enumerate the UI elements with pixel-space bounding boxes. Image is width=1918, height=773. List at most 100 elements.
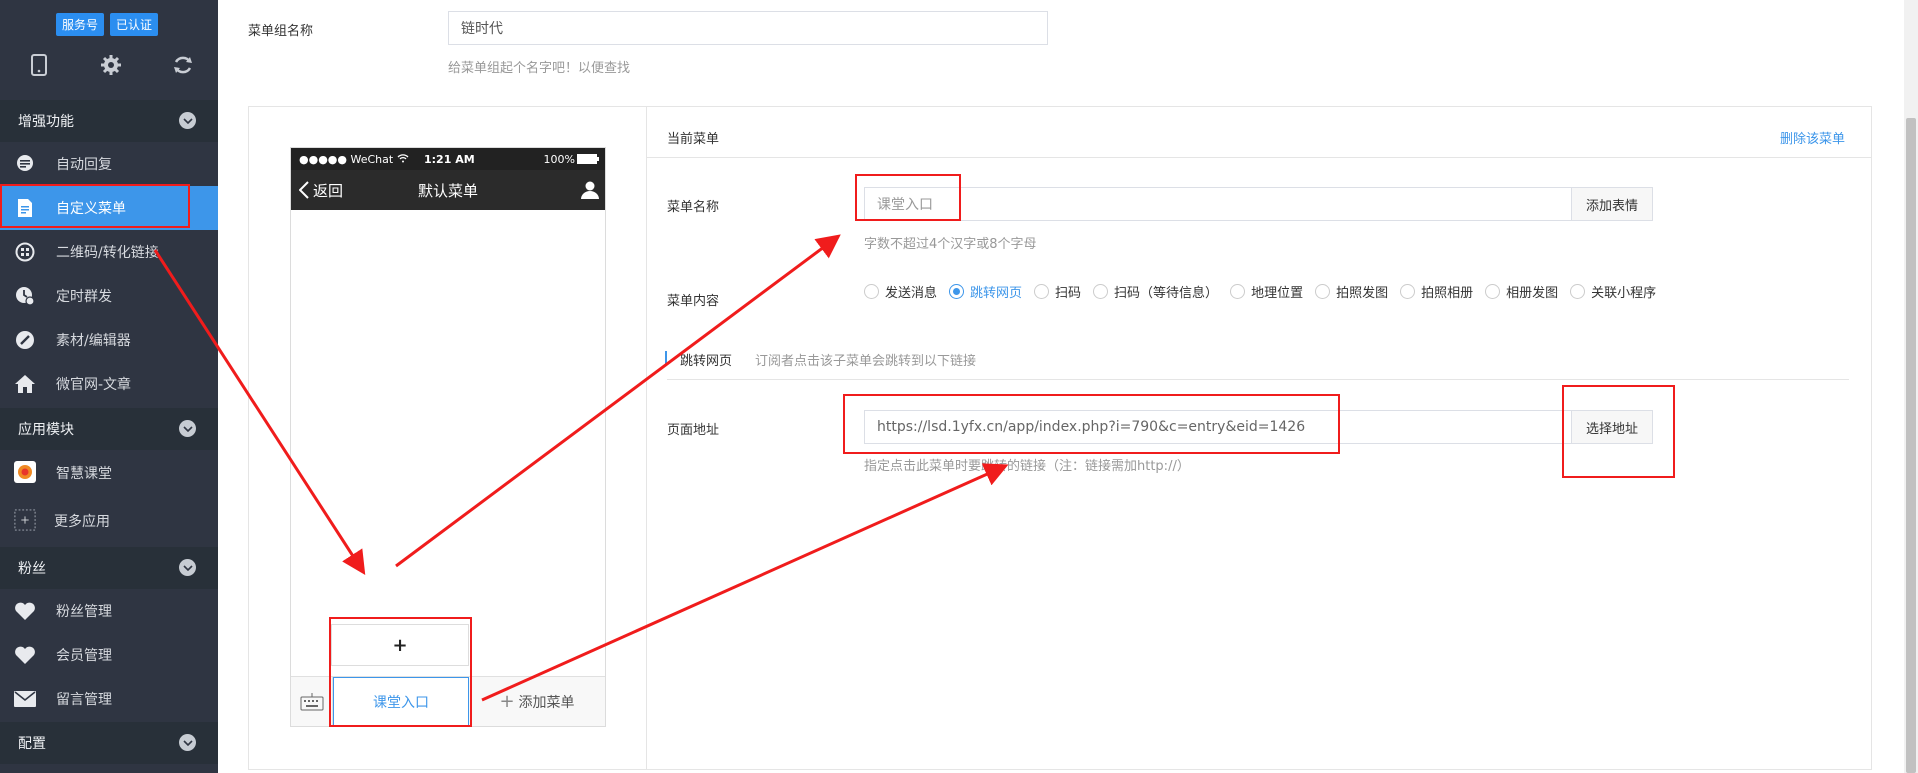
current-menu-title: 当前菜单 — [667, 132, 720, 147]
chevron-down-icon[interactable] — [179, 420, 196, 437]
jump-description: 订阅者点击该子菜单会跳转到以下链接 — [755, 354, 977, 369]
phone-preview: ●●●●● WeChat 1:21 AM 100% 返回 默认菜单 + 课堂入口… — [290, 147, 606, 727]
sidebar-item-scheduled-send[interactable]: 定时群发 — [0, 274, 218, 318]
radio-dot — [1093, 284, 1109, 299]
sidebar-item-auto-reply[interactable]: 自动回复 — [0, 142, 218, 186]
sidebar-item-label: 自定义菜单 — [56, 201, 126, 217]
radio-dot — [1315, 284, 1331, 299]
menu-group-label: 菜单组名称 — [248, 24, 314, 39]
delete-menu-link[interactable]: 删除该菜单 — [1780, 128, 1845, 147]
page-url-input[interactable]: https://lsd.1yfx.cn/app/index.php?i=790&… — [864, 410, 1572, 444]
jump-tab-marker — [665, 351, 667, 365]
phone-nav-bar: 返回 默认菜单 — [291, 170, 605, 210]
option-location[interactable]: 地理位置 — [1230, 282, 1303, 301]
sidebar-item-label: 智慧课堂 — [56, 466, 112, 482]
sidebar-item-material-editor[interactable]: 素材/编辑器 — [0, 318, 218, 362]
home-icon — [14, 373, 36, 395]
chevron-down-icon[interactable] — [179, 734, 196, 751]
option-photo-album[interactable]: 拍照相册 — [1400, 282, 1473, 301]
keyboard-icon[interactable] — [291, 677, 333, 726]
clock-icon — [14, 285, 36, 307]
pencil-icon — [14, 329, 36, 351]
plus-box-icon — [14, 509, 36, 531]
section-fans[interactable]: 粉丝 — [0, 547, 218, 589]
option-send-message[interactable]: 发送消息 — [864, 282, 937, 301]
sidebar-item-label: 自动回复 — [56, 157, 112, 173]
radio-dot — [1570, 284, 1586, 299]
battery-icon — [577, 154, 599, 167]
menu-content-label: 菜单内容 — [667, 294, 720, 309]
option-photo-send[interactable]: 拍照发图 — [1315, 282, 1388, 301]
page-url-hint: 指定点击此菜单时要跳转的链接（注：链接需加http://） — [864, 459, 1190, 474]
section-config[interactable]: 配置 — [0, 722, 218, 764]
radio-dot — [1485, 284, 1501, 299]
sidebar-item-message-management[interactable]: 留言管理 — [0, 677, 218, 721]
sidebar-item-fan-management[interactable]: 粉丝管理 — [0, 589, 218, 633]
phone-time: 1:21 AM — [424, 152, 475, 166]
chat-bubble-icon — [14, 153, 36, 175]
add-submenu-button[interactable]: + — [331, 624, 469, 666]
sidebar-item-micro-site[interactable]: 微官网-文章 — [0, 362, 218, 406]
section-label: 应用模块 — [18, 422, 74, 438]
menu-content-options: 发送消息 跳转网页 扫码 扫码（等待信息） 地理位置 拍照发图 拍照相册 相册发… — [864, 282, 1668, 301]
chevron-down-icon[interactable] — [179, 112, 196, 129]
section-label: 配置 — [18, 736, 46, 752]
section-enhanced[interactable]: 增强功能 — [0, 100, 218, 142]
radio-dot — [1230, 284, 1246, 299]
sidebar-item-qrcode[interactable]: 二维码/转化链接 — [0, 230, 218, 274]
sidebar-item-label: 微官网-文章 — [56, 377, 132, 393]
menu-group-name-input[interactable]: 链时代 — [448, 11, 1048, 45]
user-icon[interactable] — [581, 181, 599, 203]
qrcode-icon — [14, 241, 36, 263]
sidebar-item-label: 素材/编辑器 — [56, 333, 131, 349]
option-scan-wait[interactable]: 扫码（等待信息） — [1093, 282, 1218, 301]
sidebar-item-label: 粉丝管理 — [56, 604, 112, 620]
sidebar-item-label: 会员管理 — [56, 648, 112, 664]
phone-status-bar: ●●●●● WeChat 1:21 AM 100% — [291, 148, 605, 170]
app-root: 服务号 已认证 增强功能 自动回复 自定义菜单 二维码/转化链接 定时群发 素材… — [0, 0, 1918, 773]
phone-title: 默认菜单 — [417, 181, 478, 200]
sidebar-item-smart-classroom[interactable]: 智慧课堂 — [0, 450, 218, 496]
plus-icon: + — [499, 691, 515, 712]
section-app-modules[interactable]: 应用模块 — [0, 408, 218, 450]
account-badges: 服务号 已认证 — [56, 13, 159, 36]
section-label: 粉丝 — [18, 561, 46, 577]
radio-dot — [1034, 284, 1050, 299]
jump-divider — [667, 379, 1849, 380]
page-url-label: 页面地址 — [667, 423, 720, 438]
page-scrollbar[interactable] — [1904, 0, 1918, 773]
panel-divider — [646, 106, 647, 770]
chevron-down-icon[interactable] — [179, 559, 196, 576]
sidebar-item-custom-menu[interactable]: 自定义菜单 — [0, 186, 218, 230]
sidebar-item-label: 二维码/转化链接 — [56, 245, 159, 261]
menu-name-input[interactable]: 课堂入口 — [864, 187, 1572, 221]
sidebar-item-label: 留言管理 — [56, 692, 112, 708]
heart-icon — [14, 644, 36, 666]
option-scan[interactable]: 扫码 — [1034, 282, 1081, 301]
menu-name-label: 菜单名称 — [667, 200, 720, 215]
menu-name-hint: 字数不超过4个汉字或8个字母 — [864, 237, 1037, 252]
menu-item-classroom[interactable]: 课堂入口 — [333, 677, 469, 726]
envelope-icon — [14, 688, 36, 710]
option-mini-program[interactable]: 关联小程序 — [1570, 282, 1656, 301]
add-emoji-button[interactable]: 添加表情 — [1571, 187, 1653, 221]
heart-hand-icon — [14, 600, 36, 622]
choose-address-button[interactable]: 选择地址 — [1571, 410, 1653, 444]
radio-dot — [1400, 284, 1416, 299]
gear-icon[interactable] — [100, 54, 122, 76]
radio-dot — [864, 284, 879, 299]
sidebar-item-label: 定时群发 — [56, 289, 112, 305]
refresh-icon[interactable] — [172, 54, 194, 76]
sidebar-item-member-management[interactable]: 会员管理 — [0, 633, 218, 677]
section-label: 增强功能 — [18, 114, 74, 130]
option-album-send[interactable]: 相册发图 — [1485, 282, 1558, 301]
wifi-icon — [397, 153, 409, 166]
add-menu-button[interactable]: + 添加菜单 — [469, 677, 605, 726]
jump-tab-label[interactable]: 跳转网页 — [680, 350, 732, 369]
battery-text: 100% — [543, 152, 575, 166]
add-menu-label: 添加菜单 — [518, 694, 575, 711]
sidebar-item-more-apps[interactable]: 更多应用 — [0, 498, 218, 544]
option-jump-webpage[interactable]: 跳转网页 — [949, 282, 1022, 301]
scrollbar-thumb[interactable] — [1906, 118, 1916, 773]
phone-icon[interactable] — [28, 54, 50, 76]
